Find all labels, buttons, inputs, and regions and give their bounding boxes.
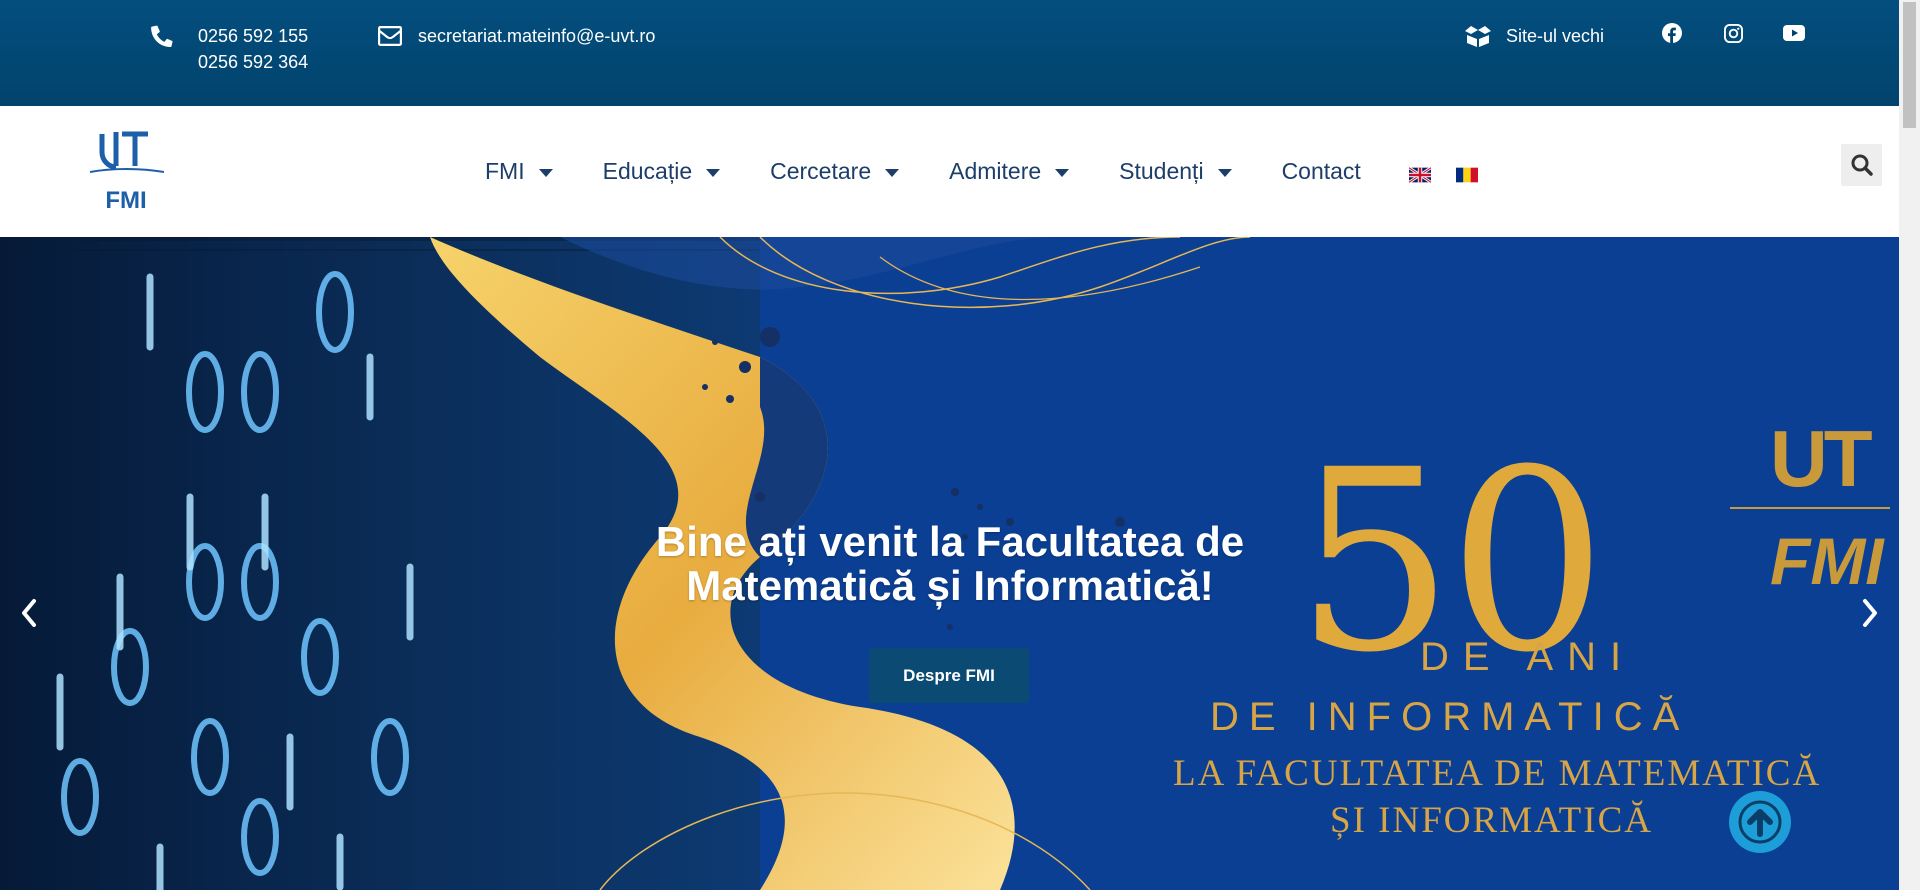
slider-next-arrow-icon[interactable] xyxy=(1859,595,1883,631)
page: 0256 592 155 0256 592 364 secretariat.ma… xyxy=(0,0,1899,890)
banner-logo: UT FMI xyxy=(1730,417,1890,599)
box-open-icon xyxy=(1465,26,1491,47)
search-icon xyxy=(1851,154,1873,176)
english-flag-icon[interactable] xyxy=(1408,166,1432,184)
scrollbar-thumb[interactable] xyxy=(1903,2,1916,128)
nav-item-admitere[interactable]: Admitere xyxy=(949,158,1070,185)
romanian-flag-icon[interactable] xyxy=(1456,167,1478,183)
facebook-icon[interactable] xyxy=(1661,22,1683,44)
youtube-icon[interactable] xyxy=(1783,22,1805,44)
scroll-to-top-button[interactable] xyxy=(1729,791,1791,853)
nav-label-admitere: Admitere xyxy=(949,158,1042,184)
nav-label-cercetare: Cercetare xyxy=(770,158,872,184)
envelope-icon xyxy=(378,26,402,46)
logo-text: FMI xyxy=(105,187,146,214)
main-header: FMI FMI Educație Cercetare Admitere Stud… xyxy=(0,106,1899,237)
nav-label-studenti: Studenți xyxy=(1119,158,1204,184)
phone-number-2[interactable]: 0256 592 364 xyxy=(198,49,308,75)
phone-number-1[interactable]: 0256 592 155 xyxy=(198,23,308,49)
caret-down-icon xyxy=(885,168,900,177)
phone-contact[interactable]: 0256 592 155 0256 592 364 xyxy=(150,23,308,75)
hero-slider: UT FMI 50 DE ANI DE INFORMATICĂ LA FACUL… xyxy=(0,237,1899,890)
about-fmi-button[interactable]: Despre FMI xyxy=(869,648,1029,703)
nav-label-fmi: FMI xyxy=(485,158,525,184)
old-site-link[interactable]: Site-ul vechi xyxy=(1464,23,1604,49)
banner-logo-text: FMI xyxy=(1770,524,1884,598)
nav-item-cercetare[interactable]: Cercetare xyxy=(770,158,900,185)
banner-line-2: DE INFORMATICĂ xyxy=(1210,695,1690,739)
caret-down-icon xyxy=(1055,168,1070,177)
search-button[interactable] xyxy=(1841,144,1882,186)
slider-prev-arrow-icon[interactable] xyxy=(16,595,40,631)
old-site-label[interactable]: Site-ul vechi xyxy=(1506,23,1604,49)
caret-down-icon xyxy=(1217,168,1232,177)
nav-label-contact: Contact xyxy=(1281,158,1361,184)
page-scrollbar[interactable] xyxy=(1899,0,1920,890)
arrow-up-icon xyxy=(1738,800,1782,844)
phone-icon xyxy=(151,25,173,47)
caret-down-icon xyxy=(538,168,553,177)
nav-item-contact[interactable]: Contact xyxy=(1282,158,1361,185)
email-contact[interactable]: secretariat.mateinfo@e-uvt.ro xyxy=(378,23,655,49)
banner-line-3: LA FACULTATEA DE MATEMATICĂ xyxy=(1173,753,1822,794)
main-navigation: FMI Educație Cercetare Admitere Studenți… xyxy=(485,106,1411,237)
hero-title: Bine ați venit la Facultatea de Matemati… xyxy=(655,518,1245,609)
banner-line-1: DE ANI xyxy=(1420,635,1636,679)
nav-label-educatie: Educație xyxy=(602,158,693,184)
top-bar: 0256 592 155 0256 592 364 secretariat.ma… xyxy=(0,0,1899,106)
nav-item-educatie[interactable]: Educație xyxy=(603,158,721,185)
nav-item-studenti[interactable]: Studenți xyxy=(1119,158,1232,185)
email-address[interactable]: secretariat.mateinfo@e-uvt.ro xyxy=(418,23,655,49)
nav-item-fmi[interactable]: FMI xyxy=(485,158,553,185)
instagram-icon[interactable] xyxy=(1722,22,1744,44)
banner-line-4: ȘI INFORMATICĂ xyxy=(1330,800,1654,841)
fmi-logo[interactable]: FMI xyxy=(88,126,165,218)
caret-down-icon xyxy=(706,168,721,177)
